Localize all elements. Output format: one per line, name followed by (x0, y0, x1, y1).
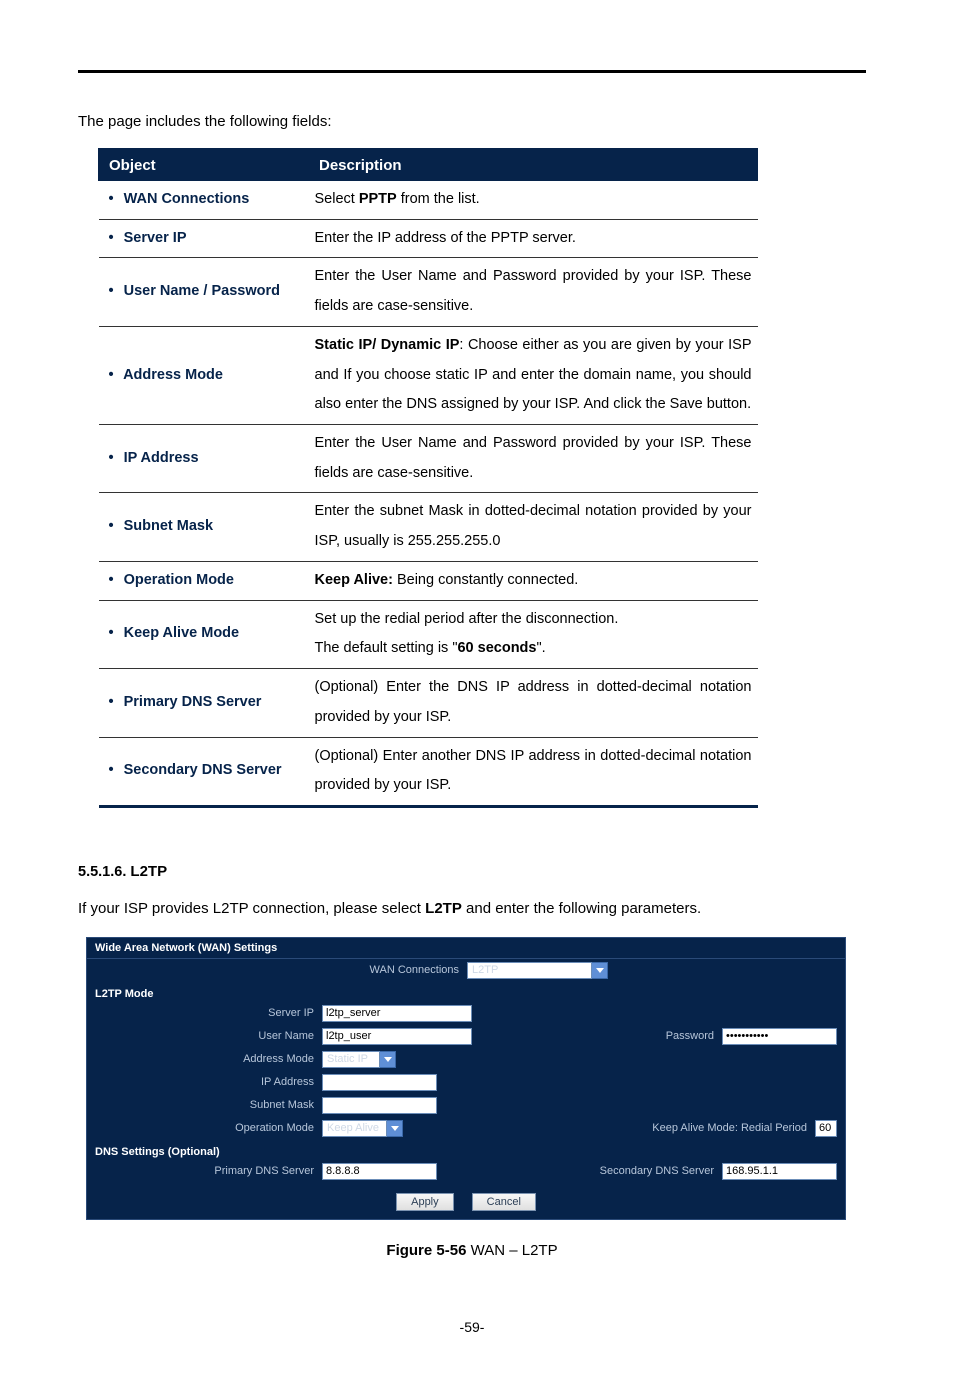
description-cell: Enter the User Name and Password provide… (309, 425, 758, 493)
object-cell: • Secondary DNS Server (99, 737, 309, 806)
operation-mode-value: Keep Alive (322, 1120, 387, 1137)
description-cell: Enter the subnet Mask in dotted-decimal … (309, 493, 758, 561)
object-cell: • Operation Mode (99, 561, 309, 600)
apply-button[interactable]: Apply (396, 1193, 454, 1211)
table-row: • Subnet MaskEnter the subnet Mask in do… (99, 493, 758, 561)
table-row: • User Name / PasswordEnter the User Nam… (99, 258, 758, 326)
object-cell: • WAN Connections (99, 181, 309, 220)
server-ip-input[interactable] (322, 1005, 472, 1022)
address-mode-select[interactable]: Static IP (322, 1051, 396, 1068)
description-cell: Enter the User Name and Password provide… (309, 258, 758, 326)
description-cell: (Optional) Enter another DNS IP address … (309, 737, 758, 806)
page-number: -59- (78, 1319, 866, 1335)
address-mode-label: Address Mode (87, 1053, 322, 1065)
chevron-down-icon[interactable] (380, 1051, 396, 1068)
password-input[interactable] (722, 1028, 837, 1045)
ip-address-input[interactable] (322, 1074, 437, 1091)
panel-title: Wide Area Network (WAN) Settings (87, 938, 845, 959)
table-row: • Secondary DNS Server(Optional) Enter a… (99, 737, 758, 806)
object-cell: • Keep Alive Mode (99, 600, 309, 668)
top-rule (78, 70, 866, 73)
table-row: • Operation ModeKeep Alive: Being consta… (99, 561, 758, 600)
secondary-dns-input[interactable] (722, 1163, 837, 1180)
table-row: • IP AddressEnter the User Name and Pass… (99, 425, 758, 493)
figure-number: Figure 5-56 (386, 1242, 466, 1259)
object-cell: • IP Address (99, 425, 309, 493)
table-row: • Keep Alive ModeSet up the redial perio… (99, 600, 758, 668)
table-row: • Address ModeStatic IP/ Dynamic IP: Cho… (99, 326, 758, 424)
operation-mode-label: Operation Mode (87, 1122, 322, 1134)
table-row: • Server IPEnter the IP address of the P… (99, 219, 758, 258)
th-object: Object (99, 150, 309, 181)
object-cell: • User Name / Password (99, 258, 309, 326)
username-label: User Name (87, 1030, 322, 1042)
section-title: L2TP (130, 863, 167, 880)
object-cell: • Subnet Mask (99, 493, 309, 561)
table-row: • WAN ConnectionsSelect PPTP from the li… (99, 181, 758, 220)
wan-connections-label: WAN Connections (87, 964, 467, 976)
object-cell: • Primary DNS Server (99, 669, 309, 737)
description-cell: Set up the redial period after the disco… (309, 600, 758, 668)
table-row: • Primary DNS Server(Optional) Enter the… (99, 669, 758, 737)
address-mode-value: Static IP (322, 1051, 380, 1068)
intro-text: The page includes the following fields: (78, 113, 866, 130)
l2tp-mode-section: L2TP Mode (87, 982, 845, 1002)
section-intro: If your ISP provides L2TP connection, pl… (78, 900, 866, 917)
chevron-down-icon[interactable] (387, 1120, 403, 1137)
figure-text: WAN – L2TP (466, 1242, 557, 1259)
ip-address-label: IP Address (87, 1076, 322, 1088)
password-label: Password (666, 1030, 722, 1042)
description-cell: Static IP/ Dynamic IP: Choose either as … (309, 326, 758, 424)
description-cell: Keep Alive: Being constantly connected. (309, 561, 758, 600)
section-number: 5.5.1.6. (78, 864, 126, 880)
operation-mode-select[interactable]: Keep Alive (322, 1120, 403, 1137)
wan-connections-value: L2TP (467, 962, 592, 979)
description-cell: (Optional) Enter the DNS IP address in d… (309, 669, 758, 737)
primary-dns-label: Primary DNS Server (87, 1165, 322, 1177)
secondary-dns-label: Secondary DNS Server (600, 1165, 722, 1177)
dns-section-label: DNS Settings (Optional) (87, 1140, 845, 1160)
object-cell: • Address Mode (99, 326, 309, 424)
wan-settings-panel: Wide Area Network (WAN) Settings WAN Con… (86, 937, 846, 1220)
server-ip-label: Server IP (87, 1007, 322, 1019)
keepalive-label: Keep Alive Mode: Redial Period (652, 1122, 815, 1134)
th-description: Description (309, 150, 758, 181)
cancel-button[interactable]: Cancel (472, 1193, 536, 1211)
figure-caption: Figure 5-56 WAN – L2TP (78, 1242, 866, 1259)
subnet-mask-input[interactable] (322, 1097, 437, 1114)
section-heading: 5.5.1.6. L2TP (78, 863, 866, 880)
description-cell: Select PPTP from the list. (309, 181, 758, 220)
username-input[interactable] (322, 1028, 472, 1045)
primary-dns-input[interactable] (322, 1163, 437, 1180)
keepalive-input[interactable] (815, 1120, 837, 1137)
subnet-mask-label: Subnet Mask (87, 1099, 322, 1111)
fields-table: Object Description • WAN ConnectionsSele… (98, 148, 758, 808)
wan-connections-select[interactable]: L2TP (467, 962, 608, 979)
chevron-down-icon[interactable] (592, 962, 608, 979)
description-cell: Enter the IP address of the PPTP server. (309, 219, 758, 258)
object-cell: • Server IP (99, 219, 309, 258)
